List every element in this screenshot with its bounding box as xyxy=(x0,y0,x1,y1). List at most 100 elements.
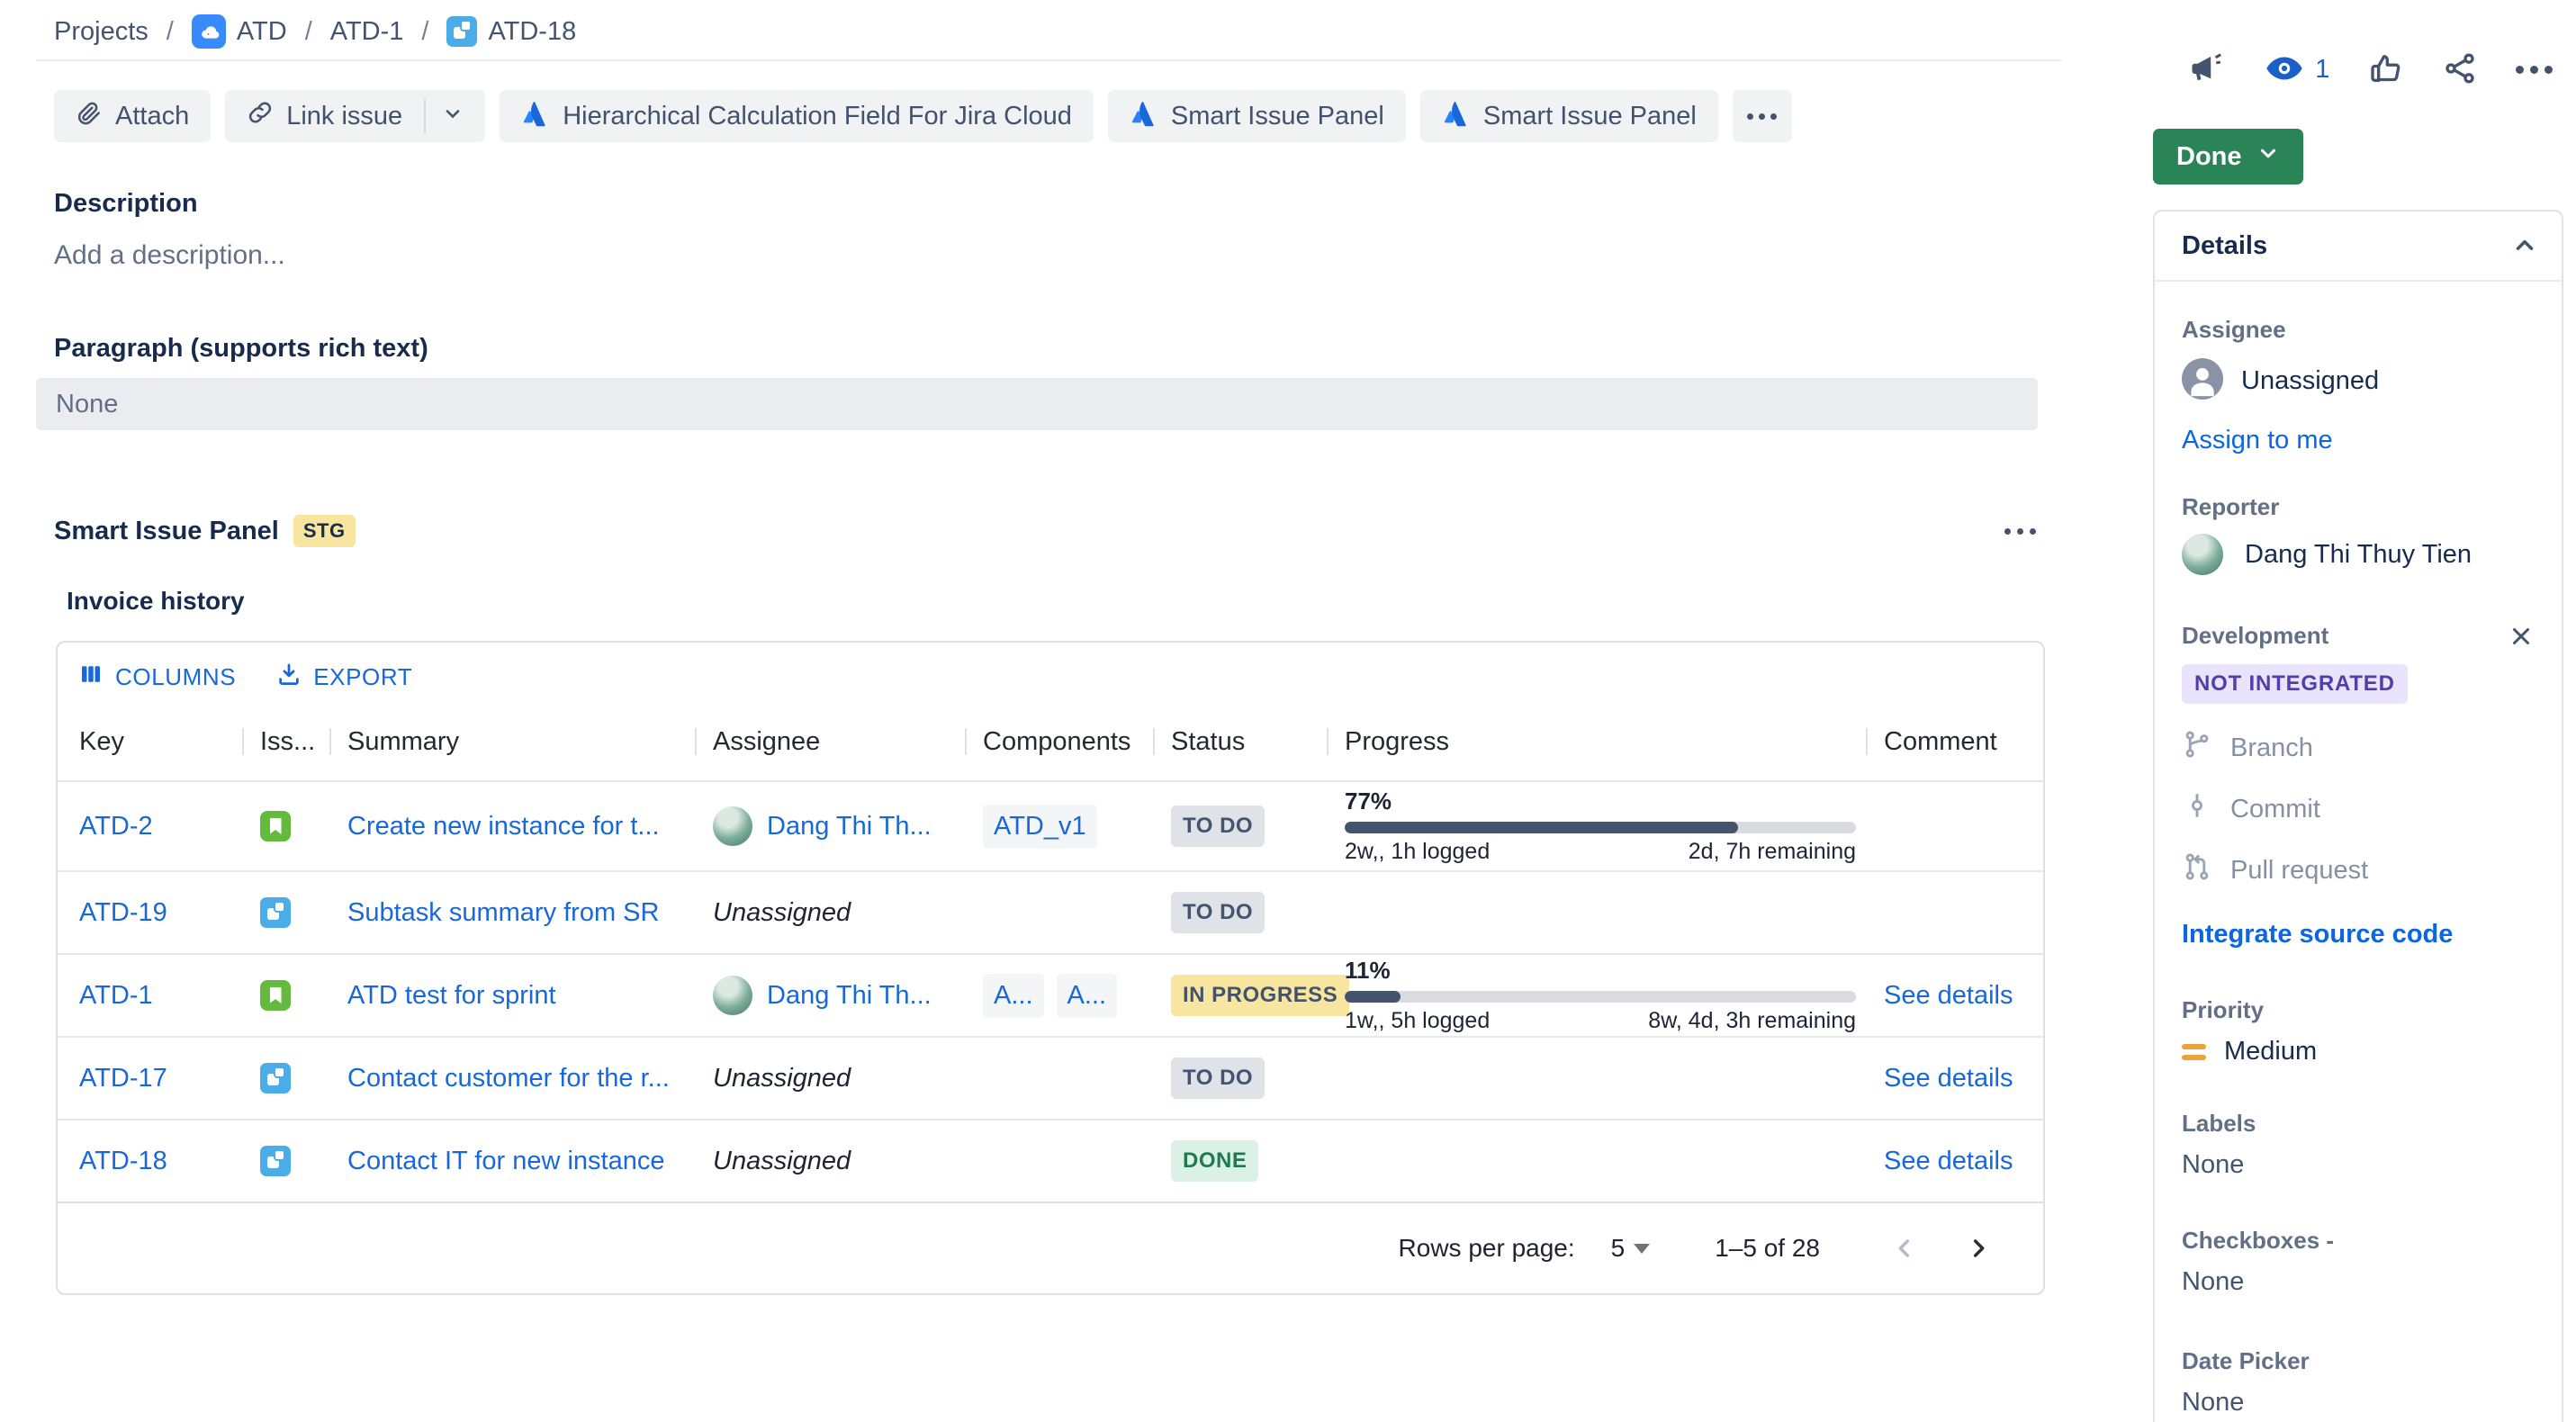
close-development-button[interactable] xyxy=(2508,623,2535,650)
assignee-link[interactable]: Dang Thi Th... xyxy=(767,812,932,842)
app-button-label: Hierarchical Calculation Field For Jira … xyxy=(563,102,1072,131)
issue-key-link[interactable]: ATD-2 xyxy=(79,812,153,842)
dev-pull-request-label: Pull request xyxy=(2230,856,2368,886)
export-label: EXPORT xyxy=(313,663,412,691)
date-picker-value[interactable]: None xyxy=(2182,1388,2535,1418)
app-button-smart-issue-panel-2[interactable]: Smart Issue Panel xyxy=(1420,90,1718,142)
issue-key-link[interactable]: ATD-19 xyxy=(79,898,167,928)
reporter-field[interactable]: Dang Thi Thuy Tien xyxy=(2182,534,2535,575)
assignee-link[interactable]: Dang Thi Th... xyxy=(767,981,932,1011)
checkboxes-value[interactable]: None xyxy=(2182,1267,2535,1297)
more-icon xyxy=(1747,113,1753,120)
export-button[interactable]: EXPORT xyxy=(275,661,412,694)
collapse-details-button[interactable] xyxy=(2511,232,2538,259)
paragraph-field-value[interactable]: None xyxy=(36,378,2038,430)
labels-value[interactable]: None xyxy=(2182,1150,2535,1180)
development-section-header: Development xyxy=(2182,622,2535,650)
col-header-summary[interactable]: Summary xyxy=(329,727,695,757)
assignee-field[interactable]: Unassigned xyxy=(2182,358,2535,404)
status-done-button[interactable]: Done xyxy=(2153,129,2303,184)
attach-button[interactable]: Attach xyxy=(54,90,211,142)
details-panel-header[interactable]: Details xyxy=(2155,212,2562,282)
progress-bar xyxy=(1345,991,1856,1003)
git-commit-icon xyxy=(2182,790,2212,828)
issue-summary-link[interactable]: Contact IT for new instance xyxy=(347,1147,664,1176)
see-details-link[interactable]: See details xyxy=(1884,1064,2013,1094)
assignee-label: Assignee xyxy=(2182,316,2535,344)
labels-label: Labels xyxy=(2182,1110,2535,1138)
issue-key-link[interactable]: ATD-1 xyxy=(79,981,153,1011)
columns-button[interactable]: COLUMNS xyxy=(77,661,236,694)
issue-summary-link[interactable]: ATD test for sprint xyxy=(347,981,556,1011)
progress-logged: 2w,, 1h logged xyxy=(1345,839,1490,865)
table-toolbar: COLUMNS EXPORT xyxy=(58,643,2043,703)
toolbar-more-button[interactable] xyxy=(1733,90,1792,142)
assign-to-me-link[interactable]: Assign to me xyxy=(2182,426,2333,454)
unassigned-avatar-icon xyxy=(2182,358,2223,404)
see-details-link[interactable]: See details xyxy=(1884,1147,2013,1176)
subtask-icon xyxy=(260,1063,291,1094)
columns-icon xyxy=(77,661,104,694)
breadcrumb-parent-issue[interactable]: ATD-1 xyxy=(330,17,404,47)
columns-label: COLUMNS xyxy=(115,663,236,691)
issue-summary-link[interactable]: Create new instance for t... xyxy=(347,812,660,842)
feedback-megaphone-button[interactable] xyxy=(2189,50,2227,90)
previous-page-button[interactable] xyxy=(1879,1223,1930,1274)
breadcrumb-project[interactable]: ATD xyxy=(237,17,287,47)
issue-summary-link[interactable]: Contact customer for the r... xyxy=(347,1064,670,1094)
col-header-key[interactable]: Key xyxy=(58,727,242,757)
watch-button[interactable]: 1 xyxy=(2265,49,2329,91)
eye-icon xyxy=(2265,49,2304,91)
breadcrumb-current-issue[interactable]: ATD-18 xyxy=(488,17,576,47)
table-pagination: Rows per page: 5 1–5 of 28 xyxy=(58,1202,2043,1293)
more-icon xyxy=(2516,66,2524,74)
breadcrumb-projects[interactable]: Projects xyxy=(54,17,149,47)
component-chip[interactable]: ATD_v1 xyxy=(983,805,1097,849)
chevron-down-icon[interactable] xyxy=(442,102,464,131)
col-header-assignee[interactable]: Assignee xyxy=(695,727,965,757)
panel-more-button[interactable] xyxy=(1995,519,2045,544)
col-header-progress[interactable]: Progress xyxy=(1327,727,1866,757)
col-header-comment[interactable]: Comment xyxy=(1866,727,2045,757)
issue-key-link[interactable]: ATD-17 xyxy=(79,1064,167,1094)
issue-key-link[interactable]: ATD-18 xyxy=(79,1147,167,1176)
description-placeholder[interactable]: Add a description... xyxy=(54,240,2142,271)
like-button[interactable] xyxy=(2368,50,2404,89)
col-header-issue-type[interactable]: Iss... xyxy=(242,727,329,757)
app-button-smart-issue-panel-1[interactable]: Smart Issue Panel xyxy=(1108,90,1406,142)
col-header-components[interactable]: Components xyxy=(965,727,1153,757)
next-page-button[interactable] xyxy=(1953,1223,2004,1274)
share-button[interactable] xyxy=(2442,50,2478,89)
table-row: ATD-17 Contact customer for the r... Una… xyxy=(58,1036,2043,1119)
issue-actions-row: 1 xyxy=(2153,49,2563,91)
watch-count: 1 xyxy=(2315,55,2329,85)
subtask-icon xyxy=(260,897,291,928)
story-icon xyxy=(260,811,291,842)
component-chip[interactable]: A... xyxy=(983,974,1044,1018)
paperclip-icon xyxy=(76,99,103,133)
status-badge: TO DO xyxy=(1171,806,1265,847)
status-badge: DONE xyxy=(1171,1140,1258,1182)
table-header-row: Key Iss... Summary Assignee Components S… xyxy=(58,703,2043,780)
button-divider xyxy=(424,99,426,133)
integrate-source-code-link[interactable]: Integrate source code xyxy=(2182,920,2453,949)
assignee-unassigned: Unassigned xyxy=(713,1147,851,1176)
priority-field[interactable]: Medium xyxy=(2182,1037,2535,1066)
description-heading: Description xyxy=(54,189,2142,219)
status-badge: IN PROGRESS xyxy=(1171,975,1349,1016)
issue-summary-link[interactable]: Subtask summary from SR xyxy=(347,898,659,928)
invoice-history-title: Invoice history xyxy=(67,587,2142,616)
see-details-link[interactable]: See details xyxy=(1884,981,2013,1011)
issue-more-button[interactable] xyxy=(2516,66,2553,74)
rows-per-page-select[interactable]: 5 xyxy=(1611,1234,1651,1263)
dev-branch-label: Branch xyxy=(2230,734,2313,763)
app-button-hierarchical-calc[interactable]: Hierarchical Calculation Field For Jira … xyxy=(500,90,1094,142)
col-header-status[interactable]: Status xyxy=(1153,727,1327,757)
assignee-unassigned: Unassigned xyxy=(713,898,851,928)
priority-medium-icon xyxy=(2182,1044,2206,1060)
link-issue-button[interactable]: Link issue xyxy=(225,90,485,142)
more-icon xyxy=(2004,528,2011,535)
dropdown-arrow-icon xyxy=(1634,1244,1650,1254)
reporter-label: Reporter xyxy=(2182,493,2535,521)
component-chip[interactable]: A... xyxy=(1057,974,1118,1018)
